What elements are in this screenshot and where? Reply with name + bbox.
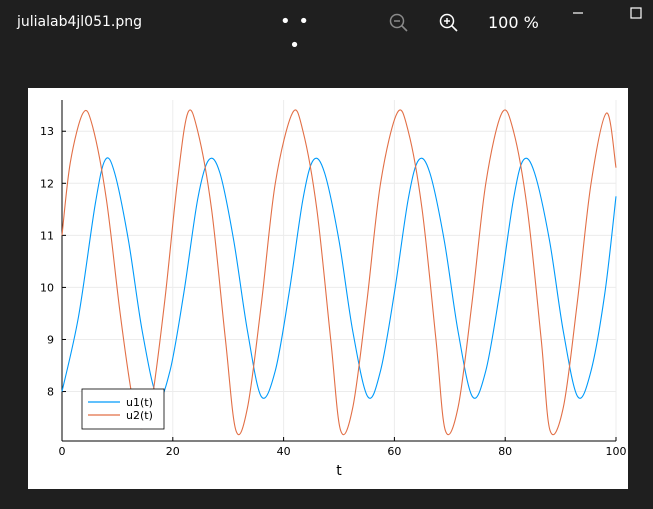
- series-line-1: [61, 157, 617, 399]
- more-button[interactable]: • • •: [280, 10, 310, 56]
- minimize-icon[interactable]: [568, 4, 588, 20]
- zoom-in-icon[interactable]: [438, 12, 460, 34]
- x-tick-label: 0: [59, 445, 66, 458]
- y-tick-label: 8: [47, 386, 54, 399]
- title-bar: julialab4jl051.png • • • 100 %: [0, 0, 653, 56]
- zoom-level: 100 %: [488, 13, 539, 32]
- y-tick-label: 11: [40, 229, 54, 242]
- x-tick-label: 40: [277, 445, 291, 458]
- zoom-out-icon[interactable]: [388, 12, 410, 34]
- file-name: julialab4jl051.png: [17, 14, 142, 30]
- x-tick-label: 80: [498, 445, 512, 458]
- y-tick-label: 10: [40, 281, 54, 294]
- image-viewport: 0 20 40 60 80 100 8 9 10 11 12 13 t u1(t) u2(t): [28, 88, 628, 489]
- x-tick-label: 60: [387, 445, 401, 458]
- x-tick-label: 100: [606, 445, 627, 458]
- legend-label-2: u2(t): [126, 409, 153, 422]
- y-tick-label: 9: [47, 333, 54, 346]
- line-chart: 0 20 40 60 80 100 8 9 10 11 12 13 t u1(t)u2(t): [40, 100, 627, 479]
- y-tick-label: 13: [40, 125, 54, 138]
- legend-label-1: u1(t): [126, 396, 153, 409]
- series-line-2: [61, 109, 617, 436]
- maximize-icon[interactable]: [626, 4, 646, 20]
- x-tick-label: 20: [166, 445, 180, 458]
- y-tick-label: 12: [40, 177, 54, 190]
- x-axis-label: t: [336, 463, 342, 479]
